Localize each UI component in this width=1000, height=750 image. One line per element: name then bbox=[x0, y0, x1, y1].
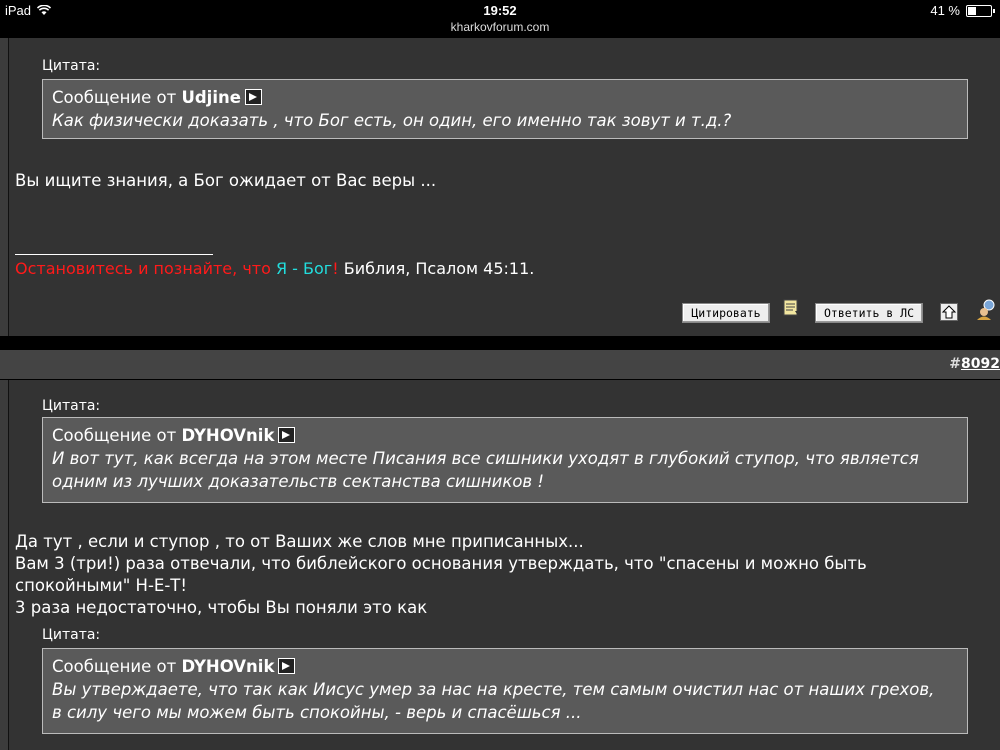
top-icon[interactable] bbox=[940, 303, 958, 321]
quote-box: Сообщение от DYHOVnik Вы утверждаете, чт… bbox=[42, 648, 968, 734]
post-separator bbox=[0, 336, 1000, 350]
quote-label: Цитата: bbox=[42, 627, 101, 643]
post-left-strip bbox=[0, 38, 9, 336]
status-bar: iPad 19:52 kharkovforum.com 41 % bbox=[0, 0, 1000, 38]
battery-fill bbox=[968, 6, 976, 15]
quote-text-line: одним из лучших доказательств сектанства… bbox=[52, 472, 545, 491]
user-icon[interactable] bbox=[975, 299, 997, 321]
post-body: Да тут , если и ступор , то от Ваших же … bbox=[15, 531, 867, 619]
multiquote-icon[interactable] bbox=[783, 299, 801, 317]
quote-text-line: в силу чего мы можем быть спокойны, - ве… bbox=[52, 703, 582, 722]
goto-post-icon[interactable] bbox=[278, 658, 296, 674]
signature-part-4: Библия, Псалом 45:11. bbox=[338, 259, 535, 278]
post-header: #8092 bbox=[0, 350, 1000, 380]
quote-box: Сообщение от DYHOVnik И вот тут, как все… bbox=[42, 417, 968, 503]
quote-button[interactable]: Цитировать bbox=[682, 303, 770, 323]
signature-divider bbox=[15, 254, 213, 255]
post-number: #8092 bbox=[949, 356, 1000, 372]
body-line: спокойными" Н-Е-Т! bbox=[15, 576, 187, 595]
quote-text-line: Вы утверждаете, что так как Иисус умер з… bbox=[52, 680, 935, 699]
quote-author[interactable]: DYHOVnik bbox=[181, 657, 274, 676]
quote-prefix: Сообщение от bbox=[52, 88, 182, 107]
reply-pm-button[interactable]: Ответить в ЛС bbox=[815, 303, 923, 323]
quote-prefix: Сообщение от bbox=[52, 426, 182, 445]
quote-box: Сообщение от Udjine Как физически доказа… bbox=[42, 79, 968, 139]
quote-author[interactable]: Udjine bbox=[181, 88, 240, 107]
goto-post-icon[interactable] bbox=[244, 89, 262, 105]
post-left-strip bbox=[0, 380, 9, 750]
quote-prefix: Сообщение от bbox=[52, 657, 182, 676]
quote-label: Цитата: bbox=[42, 58, 101, 74]
quote-text-line: И вот тут, как всегда на этом месте Писа… bbox=[52, 449, 919, 468]
body-line: Да тут , если и ступор , то от Ваших же … bbox=[15, 532, 584, 551]
battery-tip bbox=[993, 8, 995, 13]
quote-text: Как физически доказать , что Бог есть, о… bbox=[52, 111, 732, 130]
battery-percent: 41 % bbox=[930, 3, 960, 18]
post-1: Цитата: Сообщение от Udjine Как физическ… bbox=[0, 38, 1000, 336]
clock: 19:52 bbox=[483, 3, 517, 18]
battery-icon bbox=[966, 4, 995, 17]
post-number-link[interactable]: 8092 bbox=[961, 356, 1000, 372]
signature-part-1: Остановитесь и познайте, что bbox=[15, 259, 276, 278]
quote-author[interactable]: DYHOVnik bbox=[181, 426, 274, 445]
quote-label: Цитата: bbox=[42, 398, 101, 414]
post-body: Вы ищите знания, а Бог ожидает от Вас ве… bbox=[15, 171, 437, 190]
status-right: 41 % bbox=[930, 3, 995, 18]
post-2: Цитата: Сообщение от DYHOVnik И вот тут,… bbox=[0, 380, 1000, 750]
signature: Остановитесь и познайте, что Я - Бог! Би… bbox=[15, 259, 534, 278]
signature-part-2: Я - Бог bbox=[275, 259, 333, 278]
goto-post-icon[interactable] bbox=[278, 427, 296, 443]
address-url[interactable]: kharkovforum.com bbox=[0, 20, 1000, 34]
post-number-hash: # bbox=[949, 356, 962, 372]
body-line: Вам 3 (три!) раза отвечали, что библейск… bbox=[15, 554, 867, 573]
body-line: 3 раза недостаточно, чтобы Вы поняли это… bbox=[15, 598, 428, 617]
